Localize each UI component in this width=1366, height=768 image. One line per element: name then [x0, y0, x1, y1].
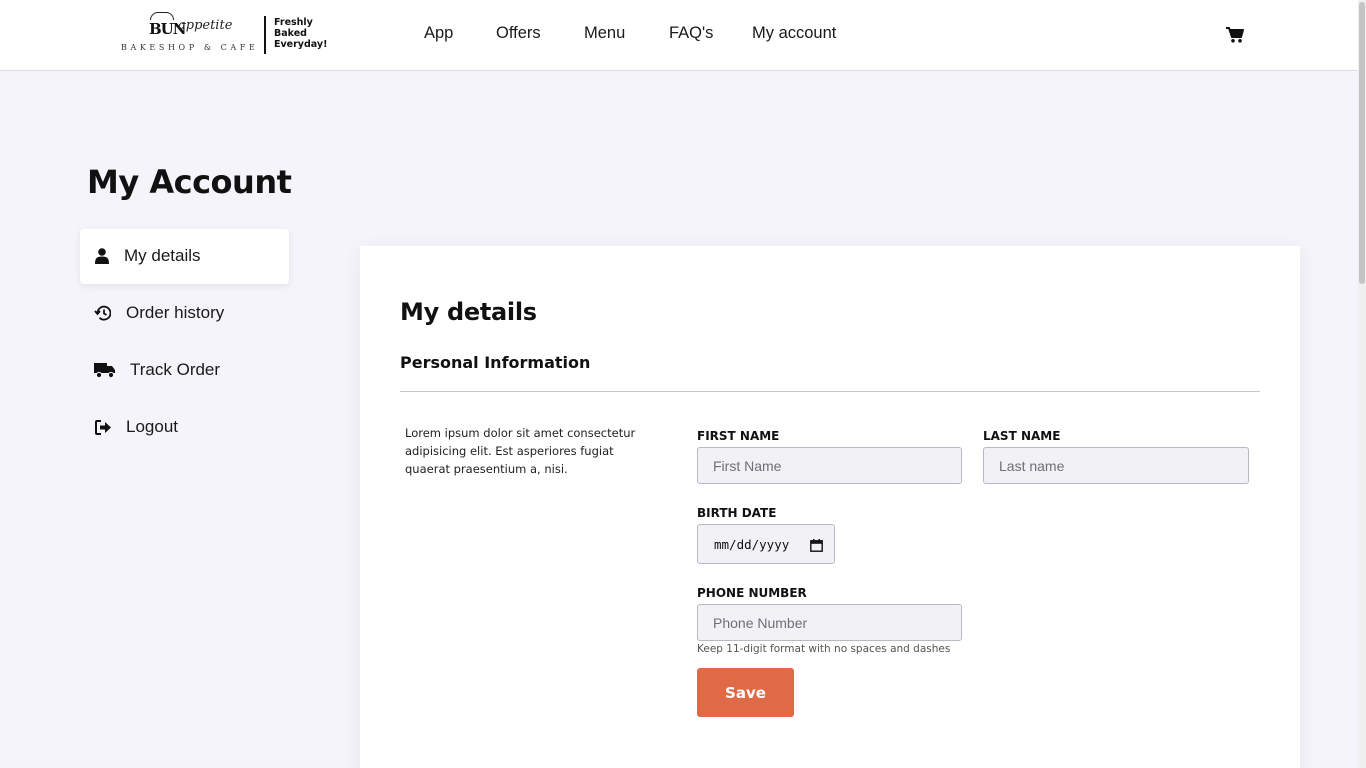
truck-icon [94, 361, 116, 379]
logo-divider [264, 16, 266, 54]
page-title: My Account [87, 163, 292, 201]
birth-date-input[interactable]: mm/dd/yyyy [697, 524, 835, 564]
nav-my-account[interactable]: My account [752, 24, 836, 43]
shopping-cart-icon[interactable] [1226, 27, 1244, 43]
brand-script-text: appetite [178, 18, 233, 33]
brand-logo-mark: BUN appetite BAKESHOP & CAFE [118, 12, 259, 58]
details-card: My details Personal Information Lorem ip… [360, 246, 1300, 768]
page-scrollbar[interactable] [1358, 0, 1366, 768]
first-name-label: FIRST NAME [697, 429, 780, 443]
sidebar-item-order-history[interactable]: Order history [80, 286, 289, 341]
chef-hat-icon [150, 12, 174, 20]
history-icon [93, 304, 111, 322]
site-header: BUN appetite BAKESHOP & CAFE Freshly Bak… [0, 0, 1358, 71]
nav-offers[interactable]: Offers [496, 24, 541, 43]
tagline-line: Everyday! [274, 39, 328, 50]
sidebar-item-label: Logout [126, 417, 178, 436]
user-icon [93, 247, 111, 265]
brand-tagline: Freshly Baked Everyday! [274, 17, 327, 50]
logout-icon [94, 418, 112, 436]
scrollbar-thumb[interactable] [1359, 2, 1365, 284]
save-button[interactable]: Save [697, 668, 794, 717]
tagline-line: Baked [274, 28, 307, 39]
brand-subtitle: BAKESHOP & CAFE [121, 43, 259, 52]
birth-date-placeholder: mm/dd/yyyy [714, 537, 790, 552]
birth-date-label: BIRTH DATE [697, 506, 777, 520]
sidebar-item-track-order[interactable]: Track Order [80, 343, 289, 398]
brand-logo[interactable]: BUN appetite BAKESHOP & CAFE Freshly Bak… [118, 12, 333, 58]
nav-menu[interactable]: Menu [584, 24, 625, 43]
sidebar-item-my-details[interactable]: My details [80, 229, 289, 284]
details-title: My details [400, 298, 537, 326]
nav-app[interactable]: App [424, 24, 453, 43]
first-name-input[interactable] [697, 447, 962, 484]
section-title: Personal Information [400, 353, 591, 372]
sidebar-item-label: Track Order [130, 360, 221, 379]
nav-faqs[interactable]: FAQ's [669, 24, 713, 43]
last-name-label: LAST NAME [983, 429, 1061, 443]
sidebar-item-label: My details [124, 246, 201, 265]
tagline-line: Freshly [274, 17, 313, 28]
section-description: Lorem ipsum dolor sit amet consectetur a… [405, 426, 636, 476]
calendar-icon[interactable] [810, 537, 823, 552]
sidebar-item-logout[interactable]: Logout [80, 400, 289, 455]
last-name-input[interactable] [983, 447, 1249, 484]
phone-number-hint: Keep 11-digit format with no spaces and … [697, 643, 951, 655]
sidebar-item-label: Order history [126, 303, 225, 322]
phone-number-label: PHONE NUMBER [697, 586, 807, 600]
section-divider [400, 391, 1260, 392]
phone-number-input[interactable] [697, 604, 962, 641]
